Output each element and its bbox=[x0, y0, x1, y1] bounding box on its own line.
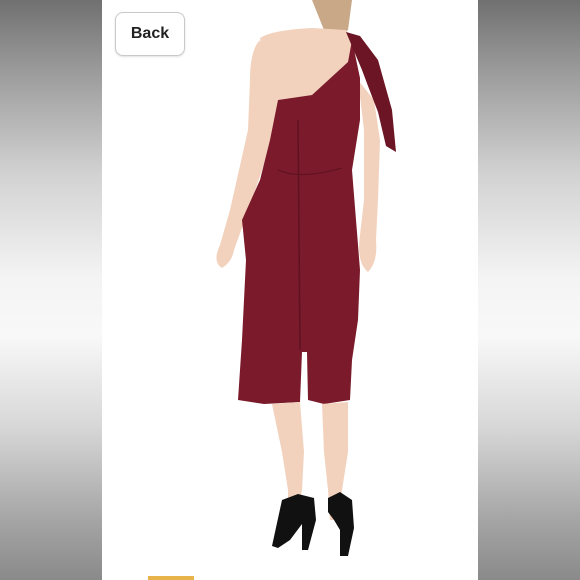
right-backdrop bbox=[478, 0, 580, 580]
left-backdrop bbox=[0, 0, 102, 580]
left-shoe bbox=[272, 494, 316, 550]
thumbnail-indicator[interactable] bbox=[148, 576, 194, 580]
right-arm bbox=[358, 80, 380, 272]
image-viewer: Back bbox=[0, 0, 580, 580]
dress-photo-illustration bbox=[216, 0, 396, 556]
back-button[interactable]: Back bbox=[115, 12, 185, 56]
product-photo bbox=[102, 0, 478, 580]
right-shoe bbox=[328, 492, 354, 556]
